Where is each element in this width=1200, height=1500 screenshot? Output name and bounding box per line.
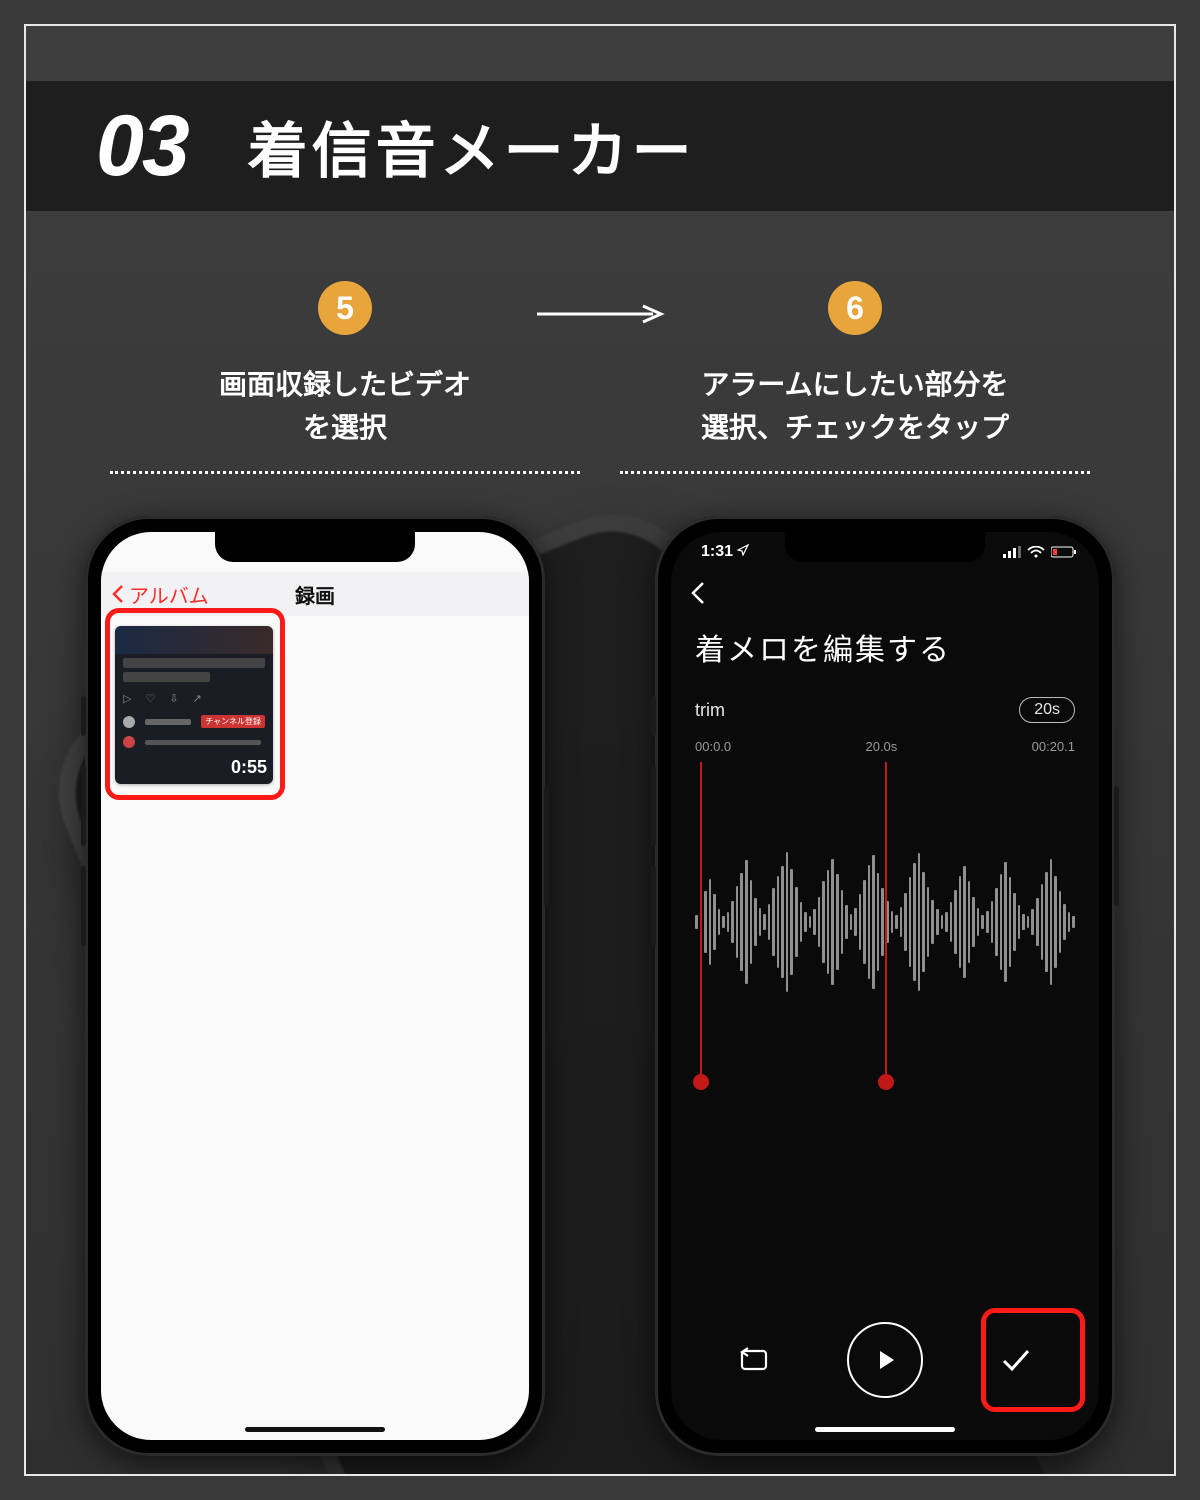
tutorial-card: 03 着信音メーカー 5 画面収録したビデオ を選択 6 アラームにしたい部分を…: [24, 24, 1176, 1476]
waveform-area[interactable]: [695, 762, 1075, 1092]
phone-notch: [785, 532, 985, 562]
nav-title: 録画: [295, 580, 335, 609]
step-badge: 6: [828, 281, 882, 335]
phone-mockup-left: アルバム 録画 ▷♡⇩↗ チャンネル登録 0:55: [85, 516, 545, 1456]
home-indicator: [815, 1427, 955, 1432]
tick-label: 20.0s: [865, 739, 897, 754]
tick-label: 00:0.0: [695, 739, 731, 754]
play-icon: [872, 1347, 898, 1373]
location-icon: [737, 544, 749, 556]
time-ruler: 00:0.0 20.0s 00:20.1: [671, 731, 1099, 762]
home-indicator: [245, 1427, 385, 1432]
header-bar: 03 着信音メーカー: [26, 81, 1174, 211]
phone-side-button: [651, 766, 656, 846]
step-caption: 画面収録したビデオ を選択: [219, 363, 471, 453]
back-button[interactable]: アルバム: [111, 580, 209, 609]
highlight-box: [105, 608, 285, 800]
battery-low-icon: [1051, 546, 1077, 558]
phones-row: アルバム 録画 ▷♡⇩↗ チャンネル登録 0:55: [26, 516, 1174, 1456]
phone-side-button: [81, 766, 86, 846]
caption-line: 選択、チェックをタップ: [701, 412, 1009, 443]
step-6: 6 アラームにしたい部分を 選択、チェックをタップ: [620, 281, 1090, 474]
loop-button[interactable]: [716, 1322, 792, 1398]
trim-row: trim 20s: [671, 675, 1099, 731]
divider-dots: [620, 471, 1090, 474]
phone-side-button: [651, 696, 656, 736]
screen-ringtone-editor: 1:31 着メロを編集する trim 20s: [671, 532, 1099, 1440]
divider-dots: [110, 471, 580, 474]
play-button[interactable]: [847, 1322, 923, 1398]
step-caption: アラームにしたい部分を 選択、チェックをタップ: [701, 363, 1009, 453]
wifi-icon: [1027, 546, 1045, 558]
phone-mockup-right: 1:31 着メロを編集する trim 20s: [655, 516, 1115, 1456]
highlight-box: [981, 1308, 1085, 1412]
caption-line: を選択: [303, 412, 387, 443]
back-button[interactable]: [671, 572, 1099, 611]
cellular-icon: [1003, 546, 1021, 558]
phone-side-button: [81, 696, 86, 736]
screen-video-picker: アルバム 録画 ▷♡⇩↗ チャンネル登録 0:55: [101, 532, 529, 1440]
caption-line: アラームにしたい部分を: [701, 369, 1008, 400]
time-value: 1:31: [701, 543, 733, 560]
phone-side-button: [544, 786, 549, 906]
caption-line: 画面収録したビデオ: [219, 369, 471, 400]
step-5: 5 画面収録したビデオ を選択: [110, 281, 580, 474]
phone-side-button: [81, 866, 86, 946]
step-badge: 5: [318, 281, 372, 335]
trim-handle-start[interactable]: [700, 762, 702, 1082]
phone-notch: [215, 532, 415, 562]
page-title: 着信音メーカー: [248, 103, 696, 190]
trim-label: trim: [695, 700, 725, 721]
back-label: アルバム: [129, 580, 209, 609]
phone-side-button: [651, 866, 656, 946]
duration-pill[interactable]: 20s: [1019, 697, 1075, 723]
phone-side-button: [1114, 786, 1119, 906]
editor-title: 着メロを編集する: [671, 611, 1099, 675]
step-group-number: 03: [96, 97, 188, 196]
status-time: 1:31: [701, 543, 749, 561]
steps-row: 5 画面収録したビデオ を選択 6 アラームにしたい部分を 選択、チェックをタッ…: [26, 281, 1174, 474]
trim-handle-end[interactable]: [885, 762, 887, 1082]
tick-label: 00:20.1: [1032, 739, 1075, 754]
